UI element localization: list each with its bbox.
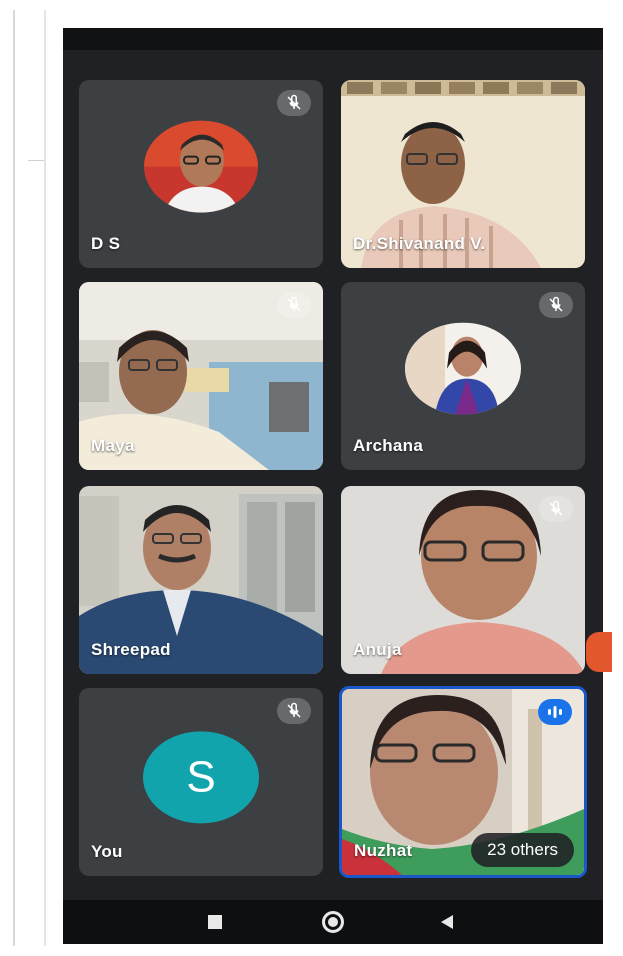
margin-line [13, 10, 15, 946]
participant-photo-avatar [144, 120, 258, 213]
mic-off-icon[interactable] [277, 698, 311, 724]
participant-name: D S [91, 234, 121, 253]
meeting-screen: D S Dr.Shivanand V. Maya Archana Shreepa… [63, 28, 603, 944]
participant-name: Archana [353, 436, 424, 455]
participant-tile-shivanand[interactable]: Dr.Shivanand V. [341, 80, 585, 268]
participant-tile-maya[interactable]: Maya [79, 282, 323, 470]
participant-photo-avatar [405, 322, 521, 415]
participant-tile-archana[interactable]: Archana [341, 282, 585, 470]
circle-icon [322, 911, 344, 933]
status-bar [63, 28, 603, 50]
square-icon [208, 915, 222, 929]
participant-name: Anuja [353, 640, 402, 659]
margin-tick [28, 160, 44, 161]
participant-tile-self[interactable]: S You [79, 688, 323, 876]
participant-tile-anuja[interactable]: Anuja [341, 486, 585, 674]
participant-tile-nuzhat[interactable]: Nuzhat 23 others [339, 686, 587, 878]
participant-name: Shreepad [91, 640, 171, 659]
mic-off-icon [539, 496, 573, 522]
participant-name: You [91, 842, 123, 861]
mic-off-icon [277, 292, 311, 318]
others-count-button[interactable]: 23 others [471, 833, 574, 867]
participant-name: Maya [91, 436, 135, 455]
participant-tile-ds[interactable]: D S [79, 80, 323, 268]
participant-tile-shreepad[interactable]: Shreepad [79, 486, 323, 674]
side-floating-tab[interactable] [586, 632, 612, 672]
back-button[interactable] [417, 900, 477, 944]
mic-off-icon [539, 292, 573, 318]
android-nav-bar [63, 900, 603, 944]
participant-name: Nuzhat [354, 841, 413, 860]
margin-line [44, 10, 46, 946]
participant-name: Dr.Shivanand V. [353, 234, 486, 253]
recents-button[interactable] [185, 900, 245, 944]
triangle-back-icon [441, 915, 453, 929]
audio-level-icon [538, 699, 572, 725]
self-avatar: S [143, 731, 259, 824]
screenshot-frame: D S Dr.Shivanand V. Maya Archana Shreepa… [0, 0, 623, 956]
mic-off-icon [277, 90, 311, 116]
home-button[interactable] [303, 900, 363, 944]
